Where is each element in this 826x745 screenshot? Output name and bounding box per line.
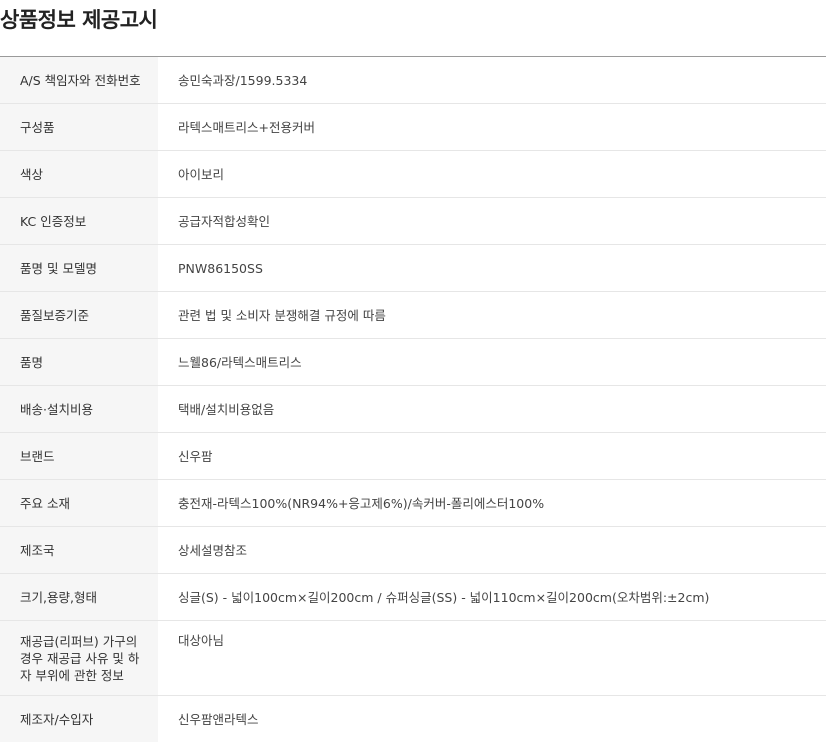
row-label: 제조국 (0, 527, 158, 573)
row-label: 품명 (0, 339, 158, 385)
table-row: KC 인증정보 공급자적합성확인 (0, 198, 826, 245)
row-label: 브랜드 (0, 433, 158, 479)
row-value: 신우팜앤라텍스 (178, 711, 259, 727)
row-label: 구성품 (0, 104, 158, 150)
row-value: PNW86150SS (178, 260, 263, 276)
table-row: 크기,용량,형태 싱글(S) - 넓이100cm×길이200cm / 슈퍼싱글(… (0, 574, 826, 621)
row-value: 택배/설치비용없음 (178, 401, 275, 417)
row-label: 크기,용량,형태 (0, 574, 158, 620)
row-label: A/S 책임자와 전화번호 (0, 57, 158, 103)
row-value: 라텍스매트리스+전용커버 (178, 119, 315, 135)
row-label: 품명 및 모델명 (0, 245, 158, 291)
row-label: 품질보증기준 (0, 292, 158, 338)
row-value: 신우팜 (178, 448, 213, 464)
row-value: 아이보리 (178, 166, 225, 182)
row-value: 충전재-라텍스100%(NR94%+응고제6%)/속커버-폴리에스터100% (178, 495, 545, 511)
row-value: 공급자적합성확인 (178, 213, 271, 229)
row-value: 대상아님 (178, 633, 225, 648)
table-row: 품명 및 모델명 PNW86150SS (0, 245, 826, 292)
row-value: 느웰86/라텍스매트리스 (178, 354, 302, 370)
row-value: 송민숙과장/1599.5334 (178, 72, 308, 88)
table-row: 브랜드 신우팜 (0, 433, 826, 480)
table-row: 재공급(리퍼브) 가구의 경우 재공급 사유 및 하자 부위에 관한 정보 대상… (0, 621, 826, 696)
row-value: 상세설명참조 (178, 542, 248, 558)
row-label: 배송·설치비용 (0, 386, 158, 432)
row-label: 주요 소재 (0, 480, 158, 526)
row-label: 제조자/수입자 (0, 696, 158, 742)
table-row: 배송·설치비용 택배/설치비용없음 (0, 386, 826, 433)
table-row: 품명 느웰86/라텍스매트리스 (0, 339, 826, 386)
page-title: 상품정보 제공고시 (0, 8, 158, 32)
table-row: 제조자/수입자 신우팜앤라텍스 (0, 696, 826, 742)
row-label: 색상 (0, 151, 158, 197)
table-row: 구성품 라텍스매트리스+전용커버 (0, 104, 826, 151)
row-label: KC 인증정보 (0, 198, 158, 244)
row-label: 재공급(리퍼브) 가구의 경우 재공급 사유 및 하자 부위에 관한 정보 (0, 621, 158, 695)
table-row: 주요 소재 충전재-라텍스100%(NR94%+응고제6%)/속커버-폴리에스터… (0, 480, 826, 527)
table-row: 색상 아이보리 (0, 151, 826, 198)
row-value: 싱글(S) - 넓이100cm×길이200cm / 슈퍼싱글(SS) - 넓이1… (178, 589, 710, 605)
table-row: 품질보증기준 관련 법 및 소비자 분쟁해결 규정에 따름 (0, 292, 826, 339)
table-row: A/S 책임자와 전화번호 송민숙과장/1599.5334 (0, 57, 826, 104)
table-row: 제조국 상세설명참조 (0, 527, 826, 574)
product-info-table: A/S 책임자와 전화번호 송민숙과장/1599.5334 구성품 라텍스매트리… (0, 56, 826, 742)
row-value: 관련 법 및 소비자 분쟁해결 규정에 따름 (178, 307, 386, 323)
